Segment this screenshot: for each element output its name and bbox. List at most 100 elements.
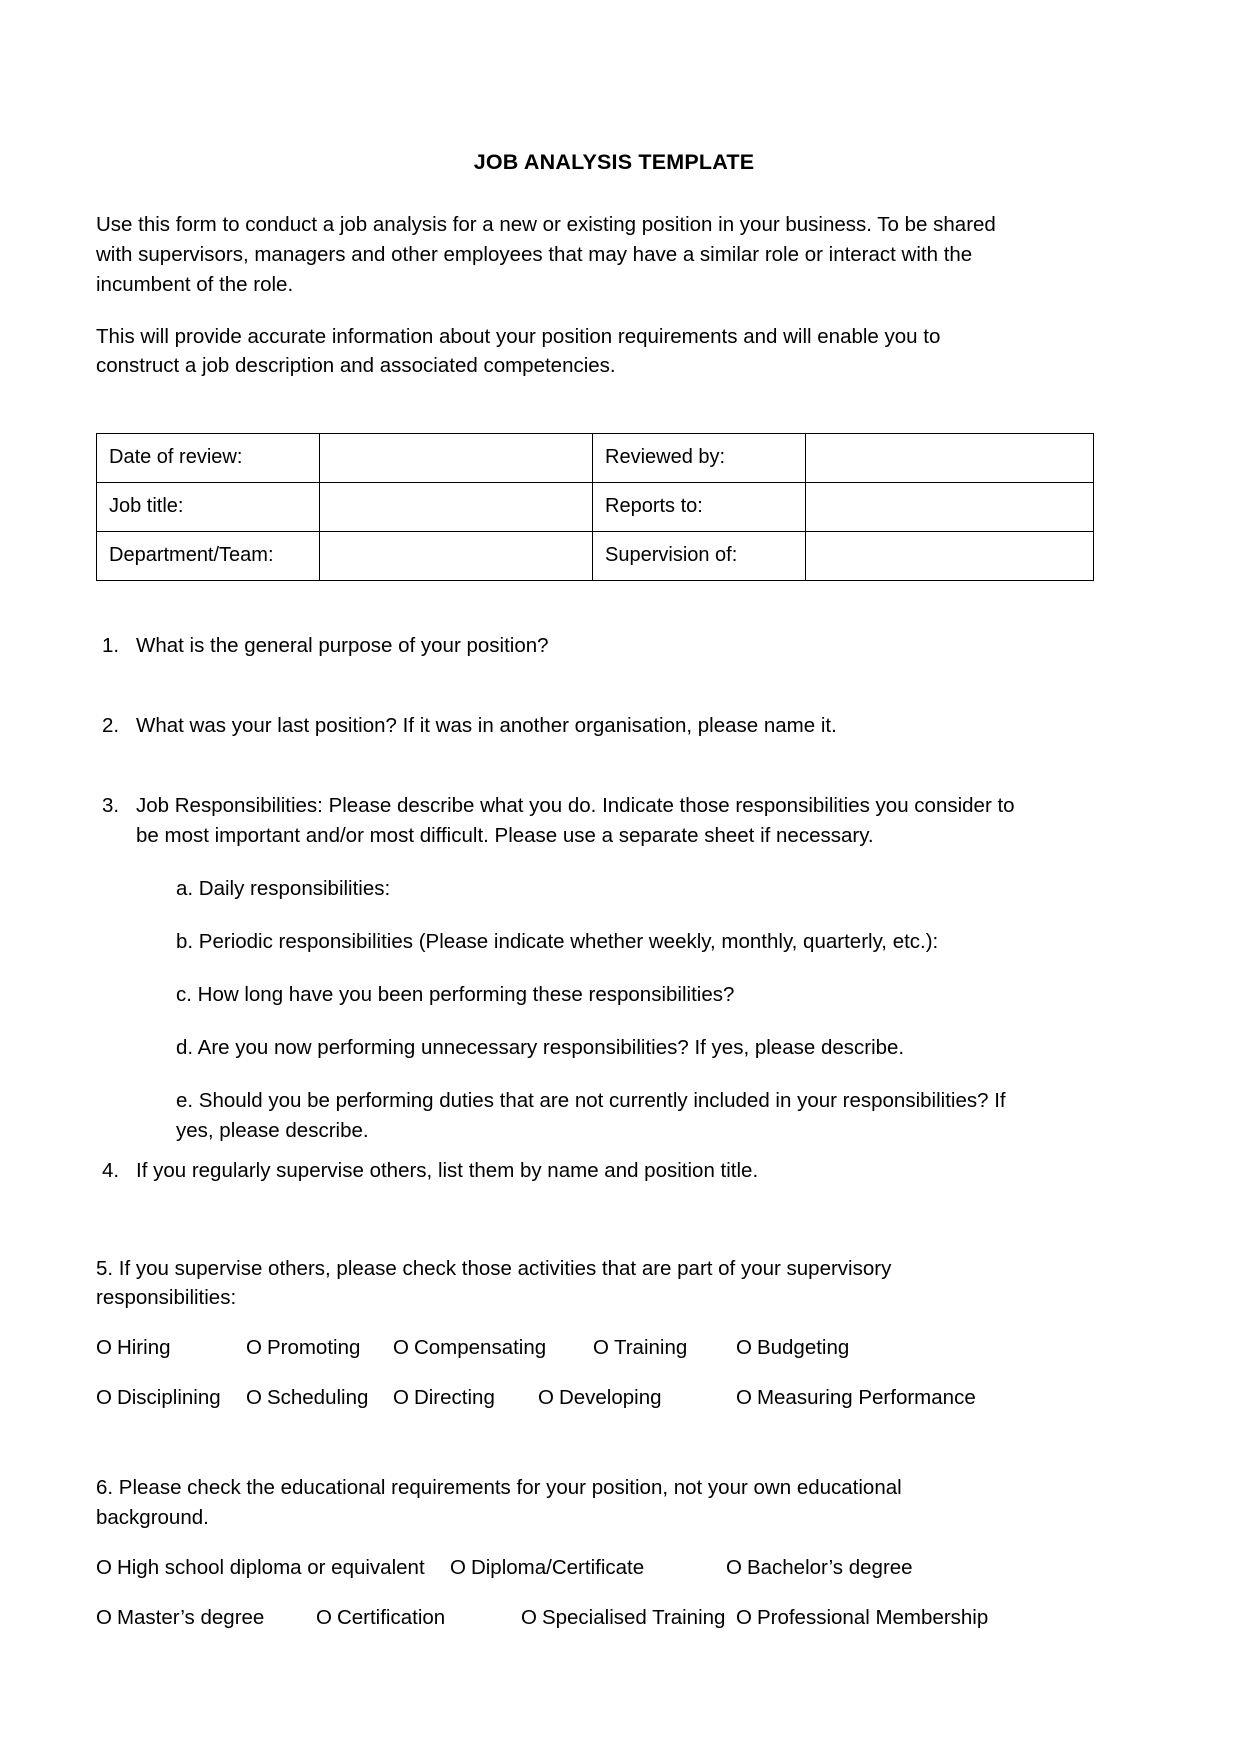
checkbox-option-developing[interactable]: O Developing: [538, 1383, 736, 1413]
question-5-options-row-1: O Hiring O Promoting O Compensating O Traini…: [96, 1333, 1132, 1363]
question-1: 1. What is the general purpose of your p…: [96, 631, 1132, 661]
checkbox-label: Developing: [558, 1386, 662, 1410]
question-3-text: Job Responsibilities: Please describe wh…: [136, 794, 1015, 848]
checkbox-label: Certification: [336, 1606, 446, 1629]
document-page: JOB ANALYSIS TEMPLATE Use this form to c…: [0, 0, 1240, 1754]
question-5-intro: 5. If you supervise others, please check…: [96, 1256, 892, 1310]
checkbox-label: Hiring: [116, 1336, 171, 1360]
checkbox-icon[interactable]: O: [246, 1333, 262, 1363]
checkbox-label: Training: [613, 1336, 688, 1360]
checkbox-icon[interactable]: O: [726, 1553, 742, 1583]
checkbox-icon[interactable]: O: [393, 1383, 409, 1413]
checkbox-option-hiring[interactable]: O Hiring: [96, 1333, 246, 1363]
checkbox-label: Master’s degree: [116, 1606, 265, 1629]
question-1-text: What is the general purpose of your posi…: [136, 634, 549, 658]
checkbox-option-disciplining[interactable]: O Disciplining: [96, 1383, 246, 1413]
checkbox-option-certification[interactable]: O Certification: [316, 1603, 521, 1633]
question-4-text: If you regularly supervise others, list …: [136, 1158, 759, 1182]
question-3-sub-d: d. Are you now performing unnecessary re…: [176, 1035, 905, 1059]
question-6: 6. Please check the educational requirem…: [96, 1473, 1132, 1633]
checkbox-option-specialised-training[interactable]: O Specialised Training: [521, 1603, 736, 1633]
field-date-of-review[interactable]: [319, 433, 593, 484]
question-4-number: 4.: [102, 1158, 120, 1182]
checkbox-icon[interactable]: O: [521, 1603, 537, 1633]
checkbox-label: Compensating: [413, 1336, 547, 1360]
label-date-of-review: Date of review:: [96, 433, 320, 484]
page-title: JOB ANALYSIS TEMPLATE: [473, 150, 755, 174]
question-2: 2. What was your last position? If it wa…: [96, 711, 1132, 741]
label-reviewed-by: Reviewed by:: [592, 433, 806, 484]
checkbox-icon[interactable]: O: [316, 1603, 332, 1633]
checkbox-option-budgeting[interactable]: O Budgeting: [736, 1333, 849, 1363]
question-3: 3. Job Responsibilities: Please describe…: [96, 791, 1132, 1145]
question-3-sub-a: a. Daily responsibilities:: [176, 877, 391, 901]
table-row: Job title: Reports to:: [96, 482, 1094, 533]
label-supervision-of: Supervision of:: [592, 531, 806, 582]
question-3-sub-c: c. How long have you been performing the…: [176, 982, 735, 1006]
checkbox-icon[interactable]: O: [538, 1383, 554, 1413]
checkbox-icon[interactable]: O: [593, 1333, 609, 1363]
question-5: 5. If you supervise others, please check…: [96, 1254, 1132, 1414]
checkbox-label: High school diploma or equivalent: [116, 1556, 425, 1580]
checkbox-icon[interactable]: O: [96, 1333, 112, 1363]
checkbox-label: Bachelor’s degree: [746, 1556, 913, 1580]
field-reports-to[interactable]: [805, 482, 1094, 533]
field-department-team[interactable]: [319, 531, 593, 582]
checkbox-icon[interactable]: O: [96, 1553, 112, 1583]
checkbox-label: Diploma/Certificate: [470, 1556, 645, 1580]
checkbox-option-masters-degree[interactable]: O Master’s degree: [96, 1603, 316, 1633]
question-4: 4. If you regularly supervise others, li…: [96, 1156, 1132, 1186]
checkbox-icon[interactable]: O: [393, 1333, 409, 1363]
checkbox-label: Measuring Performance: [756, 1386, 976, 1410]
checkbox-option-measuring-performance[interactable]: O Measuring Performance: [736, 1383, 976, 1413]
checkbox-icon[interactable]: O: [736, 1603, 752, 1633]
checkbox-option-training[interactable]: O Training: [593, 1333, 736, 1363]
checkbox-option-high-school-diploma[interactable]: O High school diploma or equivalent: [96, 1553, 450, 1583]
checkbox-option-directing[interactable]: O Directing: [393, 1383, 538, 1413]
intro-paragraph-1: Use this form to conduct a job analysis …: [96, 212, 996, 296]
checkbox-icon[interactable]: O: [736, 1383, 752, 1413]
question-3-number: 3.: [102, 794, 120, 818]
checkbox-option-scheduling[interactable]: O Scheduling: [246, 1383, 393, 1413]
question-3-sub-b: b. Periodic responsibilities (Please ind…: [176, 930, 939, 954]
checkbox-option-compensating[interactable]: O Compensating: [393, 1333, 593, 1363]
question-6-intro: 6. Please check the educational requirem…: [96, 1476, 902, 1530]
question-6-options-row-1: O High school diploma or equivalent O Dipl…: [96, 1553, 1132, 1583]
checkbox-label: Professional Membership: [756, 1606, 989, 1629]
checkbox-icon[interactable]: O: [96, 1603, 112, 1633]
checkbox-label: Specialised Training: [541, 1606, 726, 1629]
checkbox-icon[interactable]: O: [96, 1383, 112, 1413]
checkbox-label: Directing: [413, 1386, 495, 1410]
field-job-title[interactable]: [319, 482, 593, 533]
checkbox-icon[interactable]: O: [450, 1553, 466, 1583]
question-3-sub-e: e. Should you be performing duties that …: [176, 1088, 1006, 1142]
question-2-number: 2.: [102, 714, 120, 738]
question-6-options-row-2: O Master’s degree O Certification O Special…: [96, 1603, 1132, 1633]
checkbox-label: Disciplining: [116, 1386, 221, 1410]
checkbox-option-bachelors-degree[interactable]: O Bachelor’s degree: [726, 1553, 913, 1583]
table-row: Department/Team: Supervision of:: [96, 531, 1094, 582]
checkbox-label: Scheduling: [266, 1386, 369, 1410]
label-job-title: Job title:: [96, 482, 320, 533]
field-reviewed-by[interactable]: [805, 433, 1094, 484]
checkbox-option-diploma-certificate[interactable]: O Diploma/Certificate: [450, 1553, 726, 1583]
field-supervision-of[interactable]: [805, 531, 1094, 582]
checkbox-icon[interactable]: O: [736, 1333, 752, 1363]
question-2-text: What was your last position? If it was i…: [136, 714, 837, 738]
checkbox-option-professional-membership[interactable]: O Professional Membership: [736, 1603, 988, 1633]
checkbox-label: Promoting: [266, 1336, 361, 1360]
job-info-table: Date of review: Reviewed by: Job title: …: [96, 433, 1094, 582]
checkbox-label: Budgeting: [756, 1336, 850, 1360]
label-reports-to: Reports to:: [592, 482, 806, 533]
checkbox-icon[interactable]: O: [246, 1383, 262, 1413]
checkbox-option-promoting[interactable]: O Promoting: [246, 1333, 393, 1363]
question-1-number: 1.: [102, 634, 120, 658]
